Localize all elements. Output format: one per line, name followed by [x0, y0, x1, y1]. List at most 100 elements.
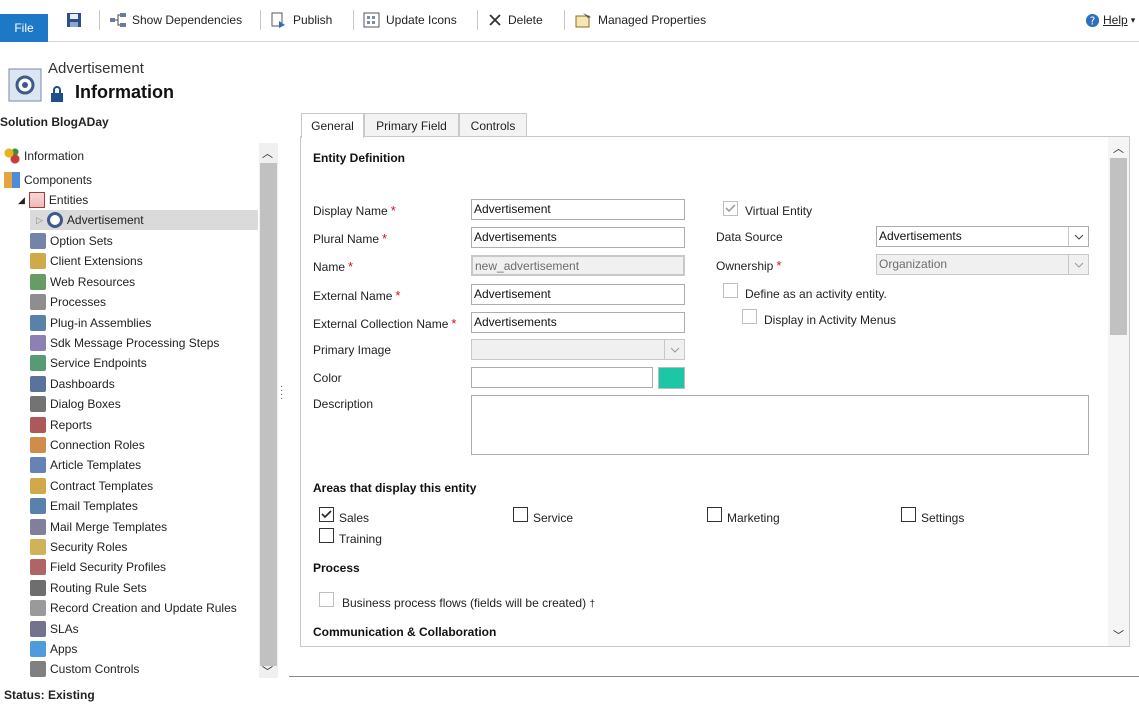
- tree-item-components[interactable]: Components: [4, 170, 92, 190]
- external-name-label: External Name *: [313, 288, 401, 303]
- name-input[interactable]: new_advertisement: [471, 255, 685, 276]
- chevron-down-icon: [1068, 227, 1088, 246]
- tree-item-slas[interactable]: SLAs: [30, 619, 79, 639]
- tree-item-icon: [30, 335, 46, 351]
- tree-item-custom-controls[interactable]: Custom Controls: [30, 659, 139, 678]
- delete-label: Delete: [508, 13, 543, 27]
- data-source-select[interactable]: Advertisements: [876, 226, 1089, 247]
- tab-general[interactable]: General: [301, 113, 364, 138]
- external-collection-name-input[interactable]: Advertisements: [471, 312, 685, 333]
- tree-item-article-templates[interactable]: Article Templates: [30, 455, 141, 475]
- tree-item-icon: [30, 314, 46, 331]
- tree-item-connection-roles[interactable]: Connection Roles: [30, 435, 145, 455]
- page-title: Information: [75, 82, 174, 102]
- tree-item-mail-merge-templates[interactable]: Mail Merge Templates: [30, 517, 167, 537]
- update-icons-button[interactable]: Update Icons: [363, 9, 457, 31]
- area-sales-checkbox[interactable]: [319, 507, 334, 522]
- delete-button[interactable]: Delete: [487, 9, 543, 31]
- external-collection-name-label: External Collection Name *: [313, 316, 457, 331]
- form-scrollbar[interactable]: ︿ ﹀: [1108, 137, 1129, 646]
- entity-name-heading: Advertisement: [48, 60, 144, 77]
- information-icon: [4, 148, 20, 164]
- color-label: Color: [313, 371, 342, 385]
- tree-item-dashboards[interactable]: Dashboards: [30, 374, 115, 394]
- tab-primary-field[interactable]: Primary Field: [364, 113, 459, 137]
- area-sales-label: Sales: [339, 511, 370, 525]
- publish-button[interactable]: Publish: [270, 9, 332, 31]
- tree-item-plug-in-assemblies[interactable]: Plug-in Assemblies: [30, 313, 151, 333]
- virtual-entity-checkbox[interactable]: [723, 201, 738, 216]
- tree-item-reports[interactable]: Reports: [30, 415, 92, 435]
- tree-item-routing-rule-sets[interactable]: Routing Rule Sets: [30, 578, 147, 598]
- tree-item-icon: [30, 498, 46, 515]
- save-button[interactable]: [66, 9, 87, 31]
- ribbon-separator: [477, 10, 478, 30]
- area-marketing-label: Marketing: [727, 511, 780, 525]
- activity-menus-checkbox[interactable]: [742, 309, 757, 324]
- color-input[interactable]: [471, 367, 653, 388]
- close-icon: [489, 14, 501, 26]
- tree-item-field-security-profiles[interactable]: Field Security Profiles: [30, 557, 166, 577]
- file-button[interactable]: File: [0, 14, 48, 42]
- tree-item-dialog-boxes[interactable]: Dialog Boxes: [30, 394, 121, 414]
- color-swatch[interactable]: [658, 367, 685, 389]
- managed-properties-button[interactable]: Managed Properties: [575, 9, 706, 31]
- tree-item-record-creation-and-update-rules[interactable]: Record Creation and Update Rules: [30, 598, 237, 618]
- data-source-label: Data Source: [716, 230, 783, 244]
- description-textarea[interactable]: [471, 395, 1089, 455]
- chevron-up-icon[interactable]: ︿: [1113, 140, 1124, 156]
- area-service-checkbox[interactable]: [513, 507, 528, 522]
- publish-label: Publish: [293, 13, 333, 27]
- form-scrollbar-thumb[interactable]: [1110, 158, 1127, 335]
- show-dependencies-button[interactable]: Show Dependencies: [109, 9, 242, 31]
- display-name-input[interactable]: Advertisement: [471, 199, 685, 220]
- splitter-grip-icon[interactable]: · · · ·: [280, 382, 283, 404]
- tree-item-option-sets[interactable]: Option Sets: [30, 231, 113, 251]
- tree-item-security-roles[interactable]: Security Roles: [30, 537, 127, 557]
- tree-scrollbar[interactable]: ︿ ﹀: [259, 143, 278, 678]
- primary-image-select[interactable]: [471, 339, 685, 360]
- tree-item-client-extensions[interactable]: Client Extensions: [30, 251, 143, 271]
- external-name-input[interactable]: Advertisement: [471, 284, 685, 305]
- tree-item-information[interactable]: Information: [4, 146, 84, 166]
- process-heading: Process: [313, 561, 360, 575]
- ownership-select[interactable]: Organization: [876, 254, 1089, 275]
- area-training-checkbox[interactable]: [319, 528, 334, 543]
- chevron-down-icon[interactable]: ﹀: [262, 663, 273, 679]
- plural-name-input[interactable]: Advertisements: [471, 227, 685, 248]
- area-settings-checkbox[interactable]: [901, 507, 916, 522]
- tree-item-apps[interactable]: Apps: [30, 639, 77, 659]
- tree-item-icon: [30, 661, 46, 678]
- tree-item-entities[interactable]: ◢ Entities: [18, 190, 88, 210]
- tab-controls[interactable]: Controls: [459, 113, 527, 137]
- tree-item-advertisement[interactable]: ▷ Advertisement: [30, 210, 258, 230]
- chevron-up-icon[interactable]: ︿: [262, 145, 273, 161]
- tree-item-processes[interactable]: Processes: [30, 292, 106, 312]
- tree-item-sdk-message-processing-steps[interactable]: Sdk Message Processing Steps: [30, 333, 219, 353]
- activity-entity-checkbox[interactable]: [723, 283, 738, 298]
- description-label: Description: [313, 397, 374, 411]
- tree-item-web-resources[interactable]: Web Resources: [30, 272, 135, 292]
- components-icon: [4, 172, 20, 188]
- managed-properties-label: Managed Properties: [598, 13, 707, 27]
- chevron-down-icon[interactable]: ﹀: [1113, 627, 1124, 643]
- tree-item-icon: [30, 233, 46, 249]
- tree-item-icon: [30, 559, 46, 576]
- tree-item-email-templates[interactable]: Email Templates: [30, 496, 138, 516]
- ribbon-separator: [260, 10, 261, 30]
- help-button[interactable]: ? Help ▾: [1085, 9, 1135, 31]
- bpf-checkbox[interactable]: [319, 592, 334, 607]
- tree-item-icon: [30, 355, 46, 372]
- tree-item-icon: [30, 641, 46, 657]
- tree-item-contract-templates[interactable]: Contract Templates: [30, 476, 153, 496]
- ribbon-separator: [99, 10, 100, 30]
- tree-item-service-endpoints[interactable]: Service Endpoints: [30, 353, 147, 373]
- tree-scrollbar-thumb[interactable]: [260, 163, 277, 666]
- svg-text:?: ?: [1090, 15, 1095, 27]
- communication-heading: Communication & Collaboration: [313, 625, 497, 639]
- areas-heading: Areas that display this entity: [313, 481, 477, 495]
- area-marketing-checkbox[interactable]: [707, 507, 722, 522]
- required-icon: *: [451, 316, 457, 331]
- chevron-down-icon: ▾: [1130, 14, 1136, 25]
- required-icon: *: [776, 258, 782, 273]
